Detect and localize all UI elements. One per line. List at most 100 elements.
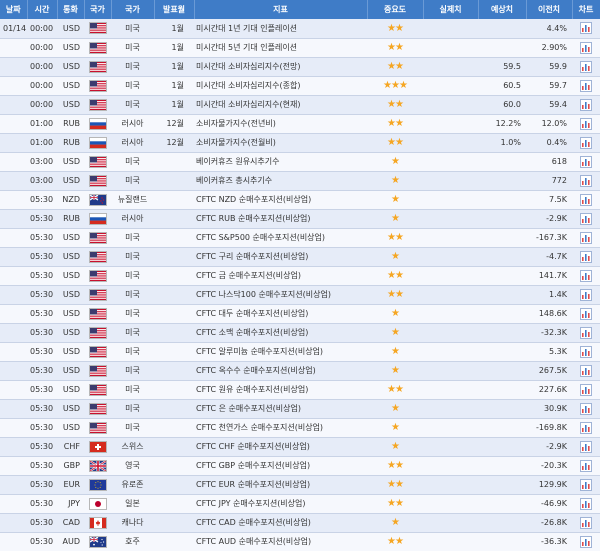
period-cell [154,456,194,476]
period-cell: 1월 [154,57,194,77]
chart-cell [572,133,600,153]
previous-cell: 7.5K [526,190,572,210]
time-cell: 00:00 [27,19,57,39]
indicator-name[interactable]: CFTC CAD 순매수포지션(비상업) [194,513,367,533]
forecast-cell [478,342,526,362]
indicator-name[interactable]: CFTC CHF 순매수포지션(비상업) [194,437,367,457]
chart-icon[interactable] [580,326,592,339]
us-flag-icon [88,421,107,434]
time-cell: 05:30 [27,190,57,210]
chart-icon[interactable] [580,193,592,206]
importance-stars-icon: ★ [391,346,400,357]
chart-icon[interactable] [580,497,592,510]
header-chart: 차트 [572,0,600,19]
chart-icon[interactable] [580,402,592,415]
chart-icon[interactable] [580,155,592,168]
indicator-name[interactable]: CFTC 구리 순매수포지션(비상업) [194,247,367,267]
chart-icon[interactable] [580,288,592,301]
flag-cell [84,418,111,438]
indicator-name[interactable]: 소비자물가지수(전년비) [194,114,367,134]
chart-cell [572,494,600,514]
actual-cell [423,209,478,229]
indicator-name[interactable]: CFTC RUB 순매수포지션(비상업) [194,209,367,229]
chart-icon[interactable] [580,478,592,491]
chart-icon[interactable] [580,22,592,35]
indicator-name[interactable]: 베이커휴즈 총시추기수 [194,171,367,191]
chart-icon[interactable] [580,98,592,111]
country-cell: 미국 [111,19,154,39]
chart-icon[interactable] [580,60,592,73]
chart-icon[interactable] [580,79,592,92]
chart-icon[interactable] [580,250,592,263]
indicator-name[interactable]: 베이커휴즈 원유시추기수 [194,152,367,172]
importance-stars-icon: ★★ [387,536,404,547]
chart-icon[interactable] [580,516,592,529]
chart-icon[interactable] [580,174,592,187]
indicator-name[interactable]: CFTC AUD 순매수포지션(비상업) [194,532,367,551]
indicator-name[interactable]: CFTC NZD 순매수포지션(비상업) [194,190,367,210]
indicator-name[interactable]: CFTC 은 순매수포지션(비상업) [194,399,367,419]
chart-icon[interactable] [580,421,592,434]
indicator-name[interactable]: CFTC GBP 순매수포지션(비상업) [194,456,367,476]
us-flag-icon [88,307,107,320]
forecast-cell [478,494,526,514]
indicator-name[interactable]: CFTC 원유 순매수포지션(비상업) [194,380,367,400]
indicator-name[interactable]: CFTC 금 순매수포지션(비상업) [194,266,367,286]
currency-cell: USD [57,247,84,267]
date-cell [0,304,27,324]
period-cell: 12월 [154,114,194,134]
country-cell: 러시아 [111,209,154,229]
chart-icon[interactable] [580,364,592,377]
previous-cell: -4.7K [526,247,572,267]
time-cell: 00:00 [27,95,57,115]
indicator-name[interactable]: CFTC 알루미늄 순매수포지션(비상업) [194,342,367,362]
indicator-name[interactable]: CFTC 옥수수 순매수포지션(비상업) [194,361,367,381]
indicator-name[interactable]: 미시간대 5년 기대 인플레이션 [194,38,367,58]
indicator-name[interactable]: CFTC 나스닥100 순매수포지션(비상업) [194,285,367,305]
chart-icon[interactable] [580,117,592,130]
chart-icon[interactable] [580,345,592,358]
indicator-name[interactable]: CFTC JPY 순매수포지션(비상업) [194,494,367,514]
country-cell: 미국 [111,399,154,419]
period-cell [154,399,194,419]
period-cell [154,418,194,438]
indicator-name[interactable]: CFTC EUR 순매수포지션(비상업) [194,475,367,495]
importance-stars-icon: ★ [391,308,400,319]
indicator-name[interactable]: 소비자물가지수(전월비) [194,133,367,153]
us-flag-icon [88,250,107,263]
importance-stars-icon: ★ [391,194,400,205]
chart-icon[interactable] [580,440,592,453]
period-cell [154,304,194,324]
period-cell [154,171,194,191]
importance-cell: ★★ [367,380,423,400]
forecast-cell [478,171,526,191]
ru-flag-icon [88,117,107,130]
chart-icon[interactable] [580,212,592,225]
chart-icon[interactable] [580,41,592,54]
header-period: 발표월 [154,0,195,19]
date-cell [0,152,27,172]
actual-cell [423,76,478,96]
indicator-name[interactable]: 미시간대 소비자심리지수(현재) [194,95,367,115]
chart-icon[interactable] [580,459,592,472]
chart-icon[interactable] [580,231,592,244]
importance-cell: ★★ [367,114,423,134]
indicator-name[interactable]: CFTC 천연가스 순매수포지션(비상업) [194,418,367,438]
chart-icon[interactable] [580,383,592,396]
chart-icon[interactable] [580,269,592,282]
actual-cell [423,304,478,324]
forecast-cell [478,513,526,533]
chart-icon[interactable] [580,535,592,548]
chart-cell [572,285,600,305]
chart-icon[interactable] [580,307,592,320]
indicator-name[interactable]: 미시간대 소비자심리지수(종합) [194,76,367,96]
indicator-name[interactable]: 미시간대 1년 기대 인플레이션 [194,19,367,39]
chart-icon[interactable] [580,136,592,149]
indicator-name[interactable]: CFTC S&P500 순매수포지션(비상업) [194,228,367,248]
previous-cell: 267.5K [526,361,572,381]
indicator-name[interactable]: 미시간대 소비자심리지수(전망) [194,57,367,77]
indicator-name[interactable]: CFTC 대두 순매수포지션(비상업) [194,304,367,324]
indicator-name[interactable]: CFTC 소맥 순매수포지션(비상업) [194,323,367,343]
period-cell [154,323,194,343]
ch-flag-icon [88,440,107,453]
